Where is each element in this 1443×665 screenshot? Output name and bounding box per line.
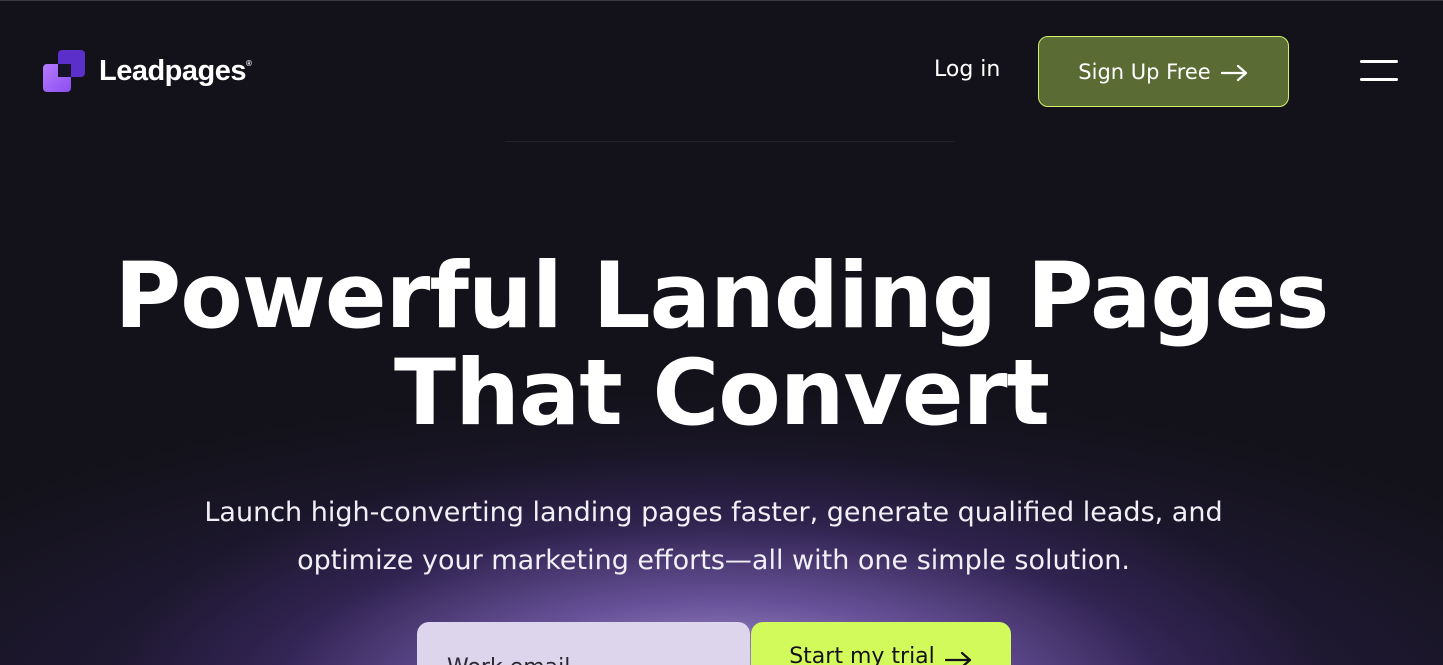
- brand-logo[interactable]: Leadpages®: [43, 49, 252, 93]
- brand-name: Leadpages®: [99, 54, 252, 87]
- header-divider: [505, 141, 955, 142]
- hero-title-line-2: That Convert: [394, 341, 1050, 446]
- hero-title: Powerful Landing Pages That Convert: [0, 248, 1443, 442]
- login-link[interactable]: Log in: [934, 57, 1000, 82]
- hamburger-menu-icon[interactable]: [1360, 60, 1398, 82]
- arrow-right-icon: [944, 650, 973, 665]
- arrow-right-icon: [1220, 63, 1249, 81]
- sign-up-label: Sign Up Free: [1078, 59, 1211, 84]
- hero-title-line-1: Powerful Landing Pages: [114, 244, 1330, 349]
- work-email-input[interactable]: [417, 622, 750, 665]
- hero-subtitle: Launch high-converting landing pages fas…: [150, 489, 1277, 585]
- sign-up-free-button[interactable]: Sign Up Free: [1038, 36, 1289, 107]
- start-trial-label: Start my trial: [789, 644, 935, 665]
- site-header: Leadpages® Log in Sign Up Free: [0, 0, 1443, 142]
- hero-subtitle-line-1: Launch high-converting landing pages fas…: [204, 497, 1223, 528]
- hero-subtitle-line-2: optimize your marketing efforts—all with…: [297, 545, 1130, 576]
- trial-signup-form: Start my trial: [417, 622, 1011, 665]
- start-trial-button[interactable]: Start my trial: [751, 622, 1011, 665]
- leadpages-logo-icon: [43, 49, 86, 93]
